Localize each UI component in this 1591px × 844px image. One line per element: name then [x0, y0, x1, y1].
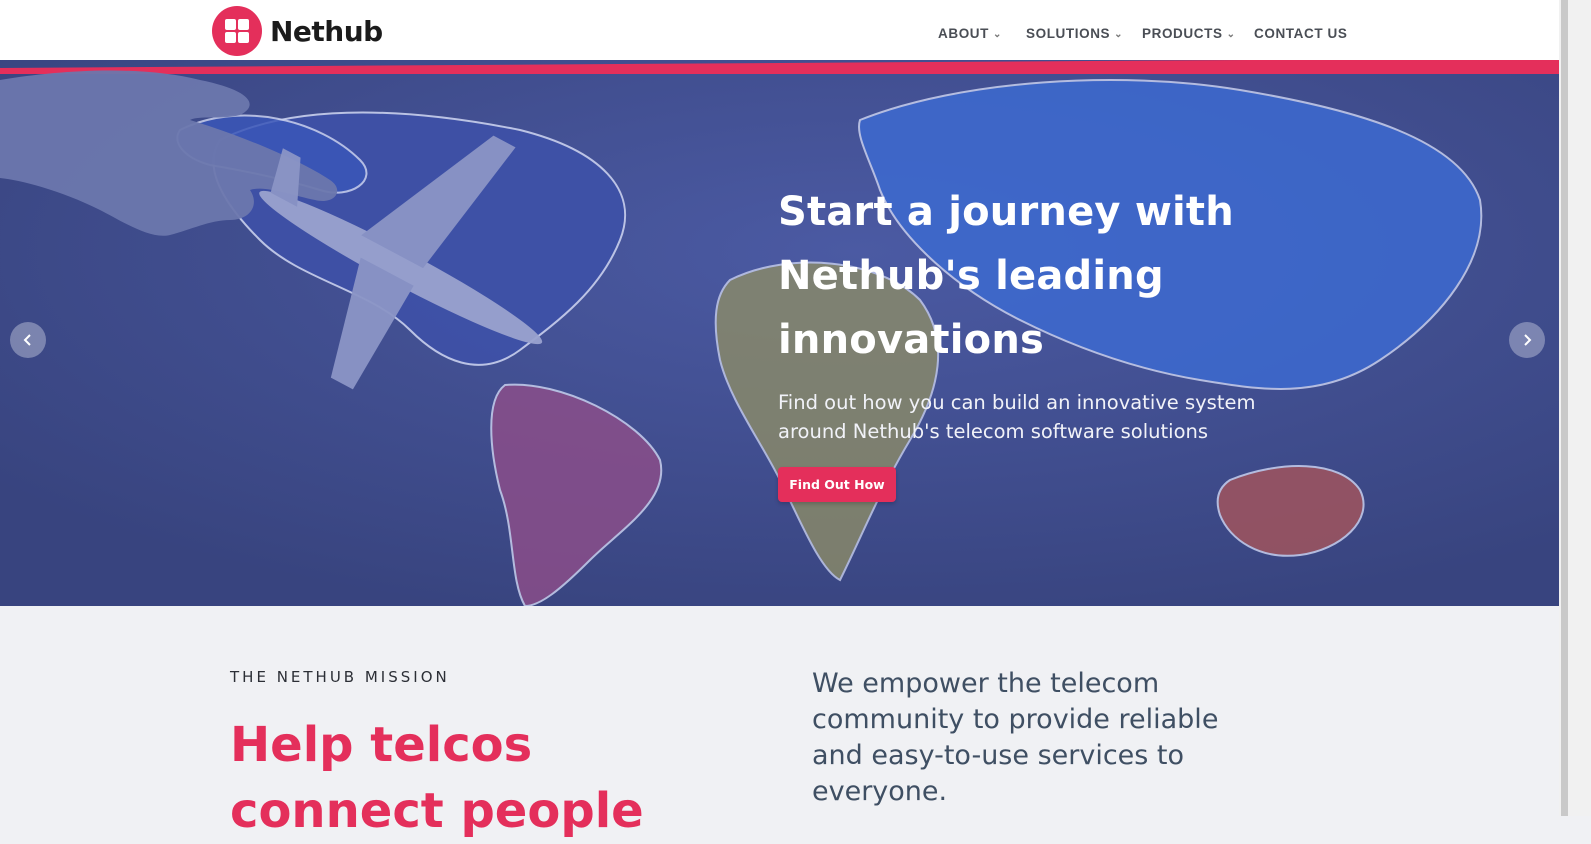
- nav-about[interactable]: ABOUT ⌄: [938, 26, 1002, 41]
- mission-title-line: connect people: [230, 783, 644, 839]
- nav-contact-us[interactable]: CONTACT US: [1254, 26, 1348, 41]
- mission-title-line: Help telcos: [230, 717, 533, 773]
- chevron-down-icon: ⌄: [993, 29, 1002, 40]
- nav-solutions-label: SOLUTIONS: [1026, 26, 1111, 41]
- hero-title-line: innovations: [778, 317, 1045, 363]
- chevron-down-icon: ⌄: [1114, 29, 1124, 40]
- chevron-right-icon: [1524, 334, 1532, 346]
- logo[interactable]: Nethub: [212, 6, 383, 56]
- mission-text-line: everyone.: [812, 776, 948, 807]
- nav-products-label: PRODUCTS: [1142, 26, 1223, 41]
- hero-subtitle-line: Find out how you can build an innovative…: [778, 391, 1256, 414]
- mission-text-line: and easy-to-use services to: [812, 740, 1185, 771]
- mission-text-line: community to provide reliable: [812, 704, 1219, 735]
- chevron-down-icon: ⌄: [1226, 29, 1236, 40]
- hero-title-line: Nethub's leading: [778, 253, 1164, 299]
- logo-grid-icon: [212, 6, 262, 56]
- nav-contact-label: CONTACT US: [1254, 26, 1348, 41]
- nav-solutions[interactable]: SOLUTIONS ⌄: [1026, 26, 1123, 41]
- nav-about-label: ABOUT: [938, 26, 989, 41]
- mission-text-line: We empower the telecom: [812, 668, 1160, 699]
- scrollbar-thumb[interactable]: [1561, 0, 1568, 816]
- hero-subtitle: Find out how you can build an innovative…: [778, 388, 1298, 446]
- mission-eyebrow: THE NETHUB MISSION: [230, 668, 450, 686]
- logo-text: Nethub: [270, 14, 383, 48]
- find-out-how-button[interactable]: Find Out How: [778, 467, 896, 502]
- hero-subtitle-line: around Nethub's telecom software solutio…: [778, 420, 1209, 443]
- chevron-left-icon: [23, 334, 31, 346]
- slider-next-button[interactable]: [1509, 322, 1545, 358]
- hero-title: Start a journey with Nethub's leading in…: [778, 180, 1338, 372]
- mission-text: We empower the telecom community to prov…: [812, 666, 1312, 810]
- nav-products[interactable]: PRODUCTS ⌄: [1142, 26, 1236, 41]
- hero-title-line: Start a journey with: [778, 189, 1234, 235]
- mission-title: Help telcos connect people: [230, 712, 750, 844]
- slider-prev-button[interactable]: [10, 322, 46, 358]
- hero-slider: Start a journey with Nethub's leading in…: [0, 60, 1559, 606]
